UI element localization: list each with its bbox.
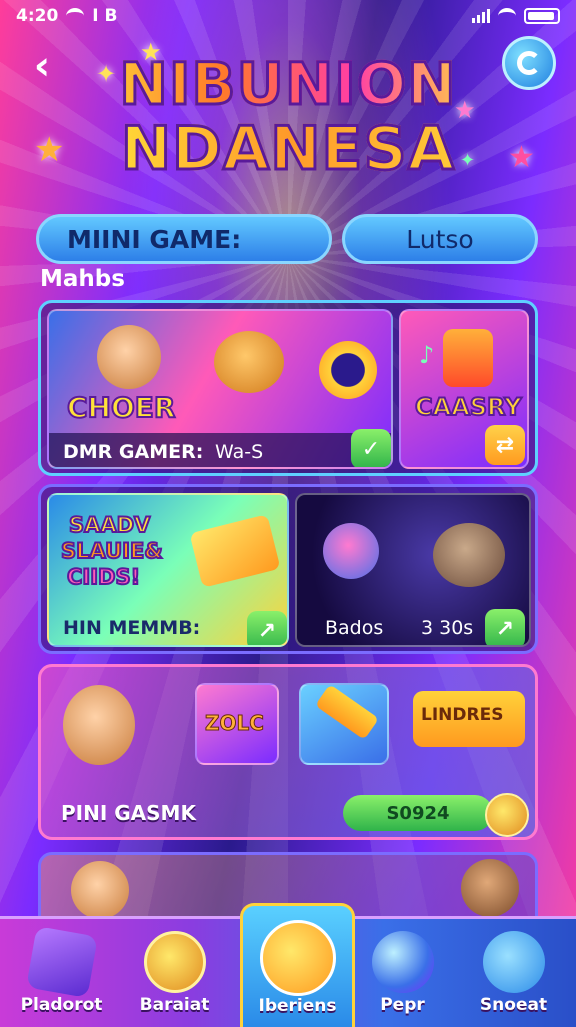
- nav-item-snoeat[interactable]: Snoeat: [456, 919, 571, 1027]
- card-label: HIN MEMMB:: [63, 617, 201, 639]
- item-badge: ZOLC: [205, 711, 265, 736]
- profile-button[interactable]: [502, 36, 556, 90]
- card-title-line3: CIIDS!: [66, 564, 141, 590]
- game-panel-1: CHOER DMR GAMER: Wa-S ✓ ♪ CAASRY ⇄: [38, 300, 538, 476]
- nav-label: Pepr: [380, 995, 425, 1015]
- card-label: Bados: [325, 617, 384, 639]
- check-button[interactable]: ✓: [351, 429, 391, 467]
- coin-icon: [485, 793, 529, 837]
- card-title: CAASRY: [414, 392, 523, 422]
- game-card-saadv[interactable]: SAADV SLAUIE& CIIDS! HIN MEMMB: ↗: [47, 493, 289, 647]
- share-icon: ↗: [495, 616, 515, 642]
- character-avatar: [97, 325, 161, 389]
- fox-character-image: [214, 331, 284, 393]
- music-note-icon: ♪: [419, 341, 435, 369]
- refresh-icon: [517, 51, 541, 75]
- progress-pill[interactable]: S0924: [343, 795, 493, 831]
- nav-label: Iberiens: [258, 996, 337, 1016]
- nav-item-pepr[interactable]: Pepr: [345, 919, 460, 1027]
- star-icon: ★: [140, 38, 162, 66]
- orb-icon: [371, 931, 434, 993]
- game-card-badros[interactable]: Bados 3 30s ↗: [295, 493, 531, 647]
- page-title-line2: NDANESA: [90, 113, 486, 186]
- phone-icon: [259, 920, 336, 996]
- back-button[interactable]: ‹: [22, 46, 62, 86]
- star-icon: ★: [454, 96, 476, 124]
- bottom-nav: Pladorot Baraiat Iberiens Pepr Snoeat: [0, 903, 576, 1027]
- character-avatar: [461, 859, 519, 917]
- share-icon: ↗: [257, 618, 277, 644]
- nav-label: Pladorot: [20, 995, 103, 1015]
- zolc-item[interactable]: ZOLC: [195, 683, 279, 765]
- share-button[interactable]: ↗: [485, 609, 525, 645]
- section-heading: Mahbs: [40, 266, 125, 292]
- bunny-character-image: [433, 523, 505, 587]
- card-title-line1: SAADV: [68, 512, 151, 538]
- nav-label: Snoeat: [479, 995, 548, 1015]
- mini-game-tab[interactable]: MIINI GAME:: [36, 214, 332, 264]
- star-icon: ★: [34, 130, 65, 170]
- lutso-tab[interactable]: Lutso: [342, 214, 538, 264]
- item-badge: LINDRES: [421, 705, 504, 725]
- swap-icon: ⇄: [495, 432, 515, 458]
- coin-icon: [143, 931, 206, 993]
- nav-item-baraiat[interactable]: Baraiat: [117, 919, 232, 1027]
- nav-item-iberiens[interactable]: Iberiens: [240, 903, 355, 1027]
- battery-icon: [524, 8, 560, 24]
- cube-icon: [25, 926, 98, 998]
- star-icon: ✦: [96, 60, 117, 88]
- tube-item[interactable]: [299, 683, 389, 765]
- card-sublabel: Wa-S: [215, 441, 264, 463]
- tube-image: [314, 685, 380, 740]
- status-bar: 4:20 I B: [0, 0, 576, 32]
- coin-ring-image: [319, 341, 377, 399]
- lindres-item[interactable]: LINDRES: [413, 691, 525, 747]
- nav-label: Baraiat: [139, 995, 210, 1015]
- share-button[interactable]: ↗: [247, 611, 287, 645]
- card-value: 3 30s: [421, 617, 474, 639]
- star-icon: ✦: [460, 150, 476, 171]
- check-icon: ✓: [361, 436, 381, 462]
- nav-item-pladorot[interactable]: Pladorot: [4, 919, 119, 1027]
- status-extra: I B: [92, 6, 118, 26]
- game-panel-3: ZOLC LINDRES PINI GASMK S0924: [38, 664, 538, 840]
- panel-label: PINI GASMK: [61, 801, 196, 825]
- chat-coin-icon: [482, 931, 545, 993]
- card-title: CHOER: [66, 390, 176, 425]
- wifi-icon: [66, 8, 85, 24]
- jar-image: [443, 329, 493, 387]
- game-card-choer[interactable]: CHOER DMR GAMER: Wa-S ✓: [47, 309, 393, 469]
- game-panel-2: SAADV SLAUIE& CIIDS! HIN MEMMB: ↗ Bados …: [38, 484, 538, 654]
- signal-icon: [472, 9, 490, 23]
- chevron-left-icon: ‹: [33, 43, 51, 89]
- card-title-line2: SLAUIE&: [60, 538, 164, 564]
- game-card-caasry[interactable]: ♪ CAASRY ⇄: [399, 309, 529, 469]
- girl-character-image: [63, 685, 135, 765]
- robot-character-image: [323, 523, 379, 579]
- cat-character-image: [71, 861, 129, 919]
- gold-bar-image: [189, 514, 281, 588]
- card-label: DMR GAMER:: [63, 441, 204, 463]
- status-time: 4:20: [16, 6, 59, 26]
- swap-button[interactable]: ⇄: [485, 425, 525, 465]
- wifi-icon: [498, 8, 516, 24]
- star-icon: ★: [508, 140, 535, 175]
